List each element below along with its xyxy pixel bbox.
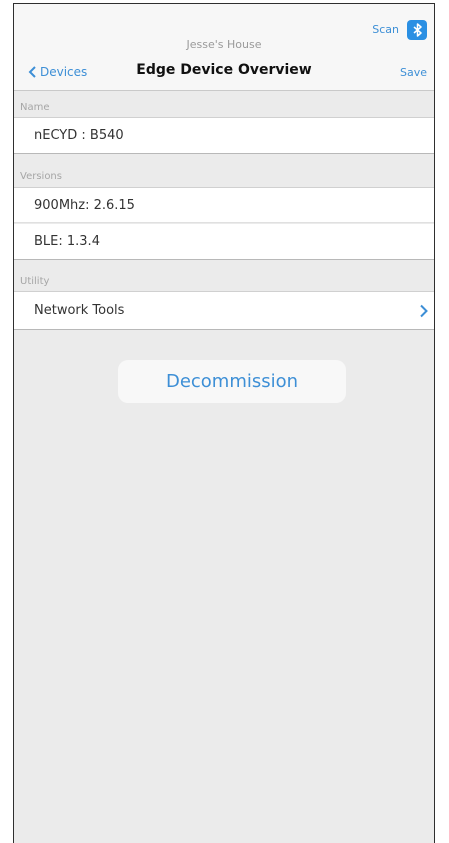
navigation-bar: Jesse's House Edge Device Overview Devic… — [14, 4, 434, 91]
app-screen: Jesse's House Edge Device Overview Devic… — [13, 3, 435, 843]
device-name-value: nECYD : B540 — [34, 128, 124, 143]
decommission-button[interactable]: Decommission — [118, 360, 346, 403]
section-label-utility: Utility — [20, 276, 50, 287]
section-label-name: Name — [20, 102, 50, 113]
save-button[interactable]: Save — [400, 66, 427, 79]
section-label-versions: Versions — [20, 171, 62, 182]
version-row-ble: BLE: 1.3.4 — [14, 224, 434, 260]
back-button-label: Devices — [40, 65, 88, 79]
network-tools-row[interactable]: Network Tools — [14, 291, 434, 330]
back-button[interactable]: Devices — [28, 65, 87, 79]
chevron-left-icon — [28, 66, 36, 78]
device-name-row: nECYD : B540 — [14, 117, 434, 154]
version-ble-value: BLE: 1.3.4 — [34, 234, 100, 249]
version-900mhz-value: 900Mhz: 2.6.15 — [34, 197, 135, 213]
scan-button[interactable]: Scan — [372, 23, 399, 36]
chevron-right-icon — [420, 304, 428, 317]
bluetooth-button[interactable] — [407, 20, 427, 40]
bluetooth-icon — [413, 23, 422, 37]
network-tools-label: Network Tools — [34, 303, 125, 318]
version-row-900mhz: 900Mhz: 2.6.15 — [14, 187, 434, 223]
location-subtitle: Jesse's House — [186, 38, 262, 51]
